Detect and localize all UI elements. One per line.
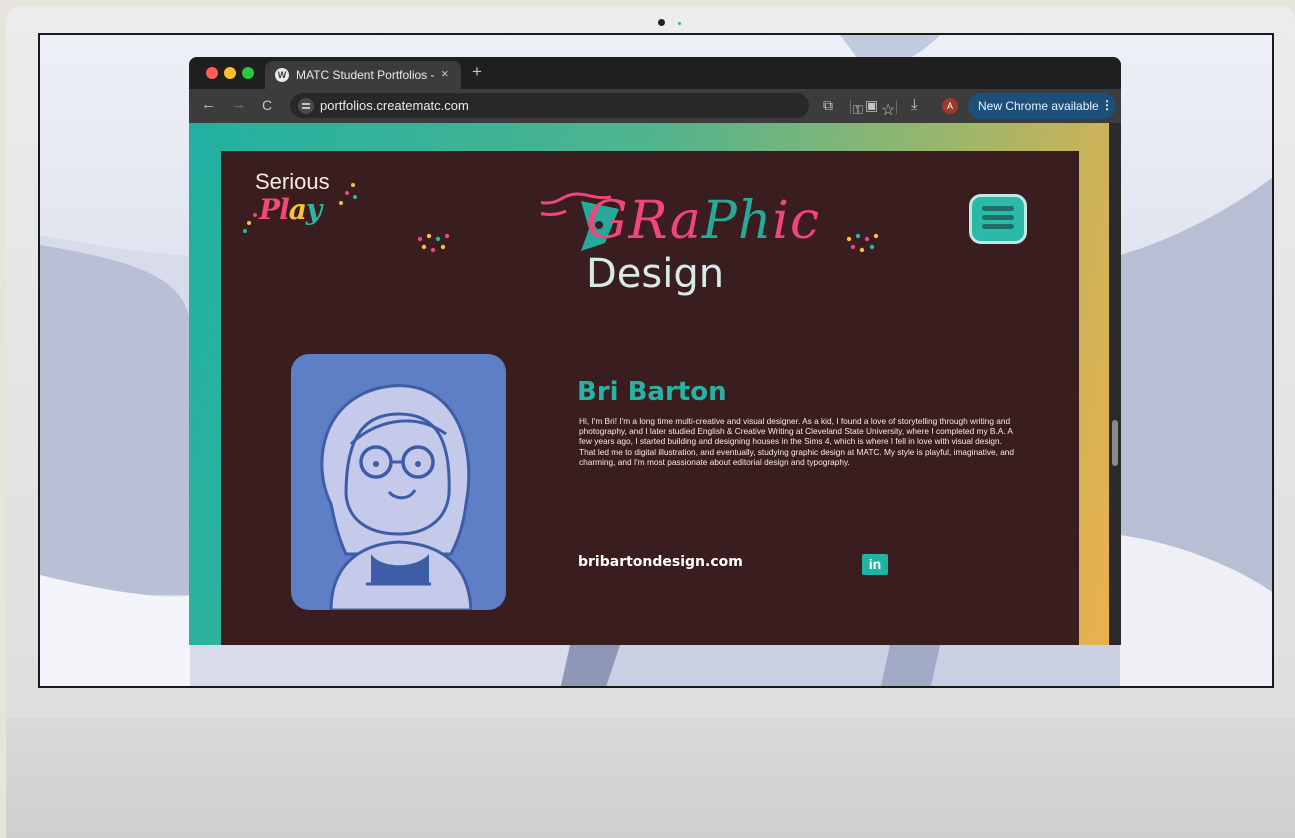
update-label: New Chrome available: [978, 99, 1099, 113]
wordpress-icon: W: [275, 68, 289, 82]
site-info-icon[interactable]: [298, 98, 314, 114]
confetti-icon: [243, 183, 357, 233]
reload-button[interactable]: C: [262, 96, 272, 114]
browser-toolbar: ← → C portfolios.creatematc.com ⚿ ☆ ⧉ ▣ …: [189, 89, 1121, 123]
graphic-letters: ic: [772, 191, 821, 251]
tab-search-icon[interactable]: ▣: [865, 96, 878, 114]
avatar[interactable]: A: [942, 98, 958, 114]
tab-bar: W MATC Student Portfolios - × +: [189, 57, 1121, 89]
page-scrollbar[interactable]: [1109, 123, 1121, 645]
key-icon[interactable]: ⚿: [853, 102, 863, 118]
menu-line: [982, 206, 1014, 211]
extensions-icon[interactable]: ⧉: [823, 96, 833, 114]
maximize-window-button[interactable]: [242, 67, 254, 79]
scrollbar-thumb[interactable]: [1112, 420, 1118, 466]
address-bar[interactable]: portfolios.creatematc.com ⚿ ☆: [290, 93, 895, 119]
tab-title: MATC Student Portfolios -: [296, 68, 435, 82]
hamburger-menu-button[interactable]: [969, 194, 1027, 244]
menu-icon[interactable]: ⋮: [1101, 98, 1113, 112]
graphic-letters: Ra: [628, 191, 702, 251]
page-viewport: Serious Play GRaPhic Design Bri Barton H…: [189, 123, 1121, 645]
close-window-button[interactable]: [206, 67, 218, 79]
toolbar-divider: [850, 100, 851, 114]
camera-icon: [658, 19, 665, 26]
profile-illustration: [291, 354, 506, 610]
browser-window: W MATC Student Portfolios - × + ← → C po…: [189, 57, 1121, 645]
download-icon[interactable]: ⤓: [911, 96, 918, 114]
menu-line: [982, 224, 1014, 229]
graphic-heading: GRaPhic: [586, 191, 820, 251]
menu-line: [982, 215, 1014, 220]
star-icon[interactable]: ☆: [881, 100, 895, 120]
close-tab-button[interactable]: ×: [441, 66, 449, 81]
tab-matc-portfolios[interactable]: W MATC Student Portfolios - ×: [265, 61, 461, 89]
profile-bio: Hi, I'm Bri! I'm a long time multi-creat…: [579, 416, 1015, 467]
camera-led-icon: [678, 22, 681, 25]
minimize-window-button[interactable]: [224, 67, 236, 79]
website-link[interactable]: bribartondesign.com: [578, 554, 743, 570]
monitor-chin: [6, 718, 1295, 838]
dots-right-icon: [846, 233, 879, 253]
new-tab-button[interactable]: +: [472, 62, 482, 82]
graphic-letters: G: [586, 191, 629, 251]
forward-button[interactable]: →: [231, 96, 246, 114]
dots-left-icon: [417, 233, 450, 253]
portrait-drawing: [320, 384, 473, 610]
new-chrome-available-button[interactable]: New Chrome available ⋮: [968, 93, 1116, 119]
profile-name: Bri Barton: [577, 377, 727, 407]
url-text[interactable]: portfolios.creatematc.com: [320, 98, 469, 113]
toolbar-divider: [896, 100, 897, 114]
linkedin-icon[interactable]: in: [862, 554, 888, 575]
design-heading: Design: [586, 251, 725, 297]
hero-panel: Serious Play GRaPhic Design Bri Barton H…: [221, 151, 1079, 645]
graphic-letters: Ph: [701, 191, 773, 251]
back-button[interactable]: ←: [201, 96, 216, 114]
